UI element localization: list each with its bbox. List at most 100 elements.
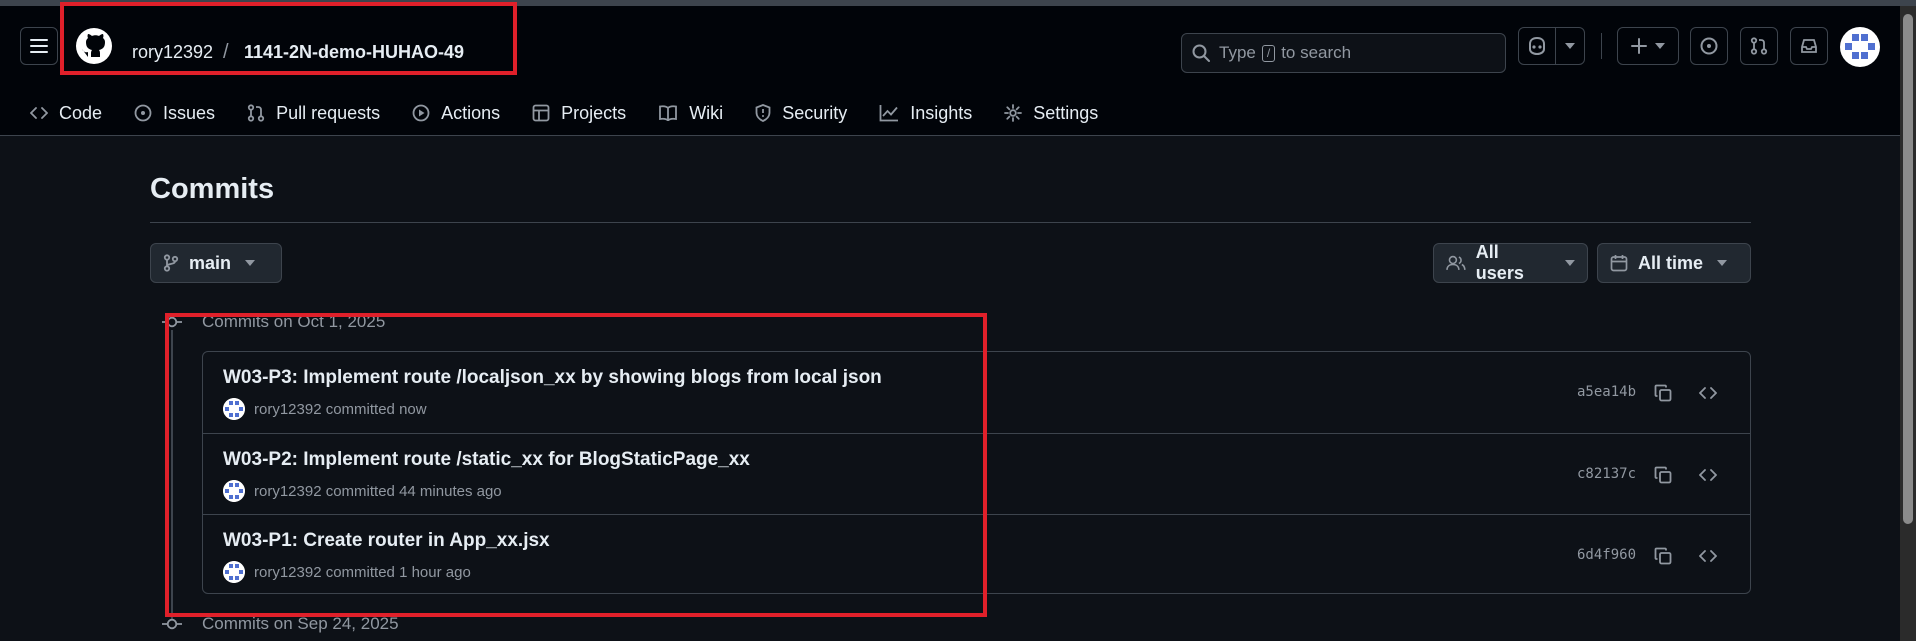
commit-row: W03-P3: Implement route /localjson_xx by… — [203, 352, 1750, 433]
users-filter-label: All users — [1475, 242, 1524, 283]
search-icon — [1192, 44, 1210, 62]
commit-author-link[interactable]: rory12392 — [254, 564, 322, 581]
copy-icon — [1654, 466, 1672, 484]
issues-button[interactable] — [1690, 27, 1728, 65]
repo-header: rory12392 / 1141-2N-demo-HUHAO-49 Type /… — [0, 6, 1900, 136]
inbox-button[interactable] — [1790, 27, 1828, 65]
code-icon — [30, 107, 48, 119]
browse-repo-button[interactable] — [1693, 541, 1723, 571]
tab-actions[interactable]: Actions — [412, 103, 500, 124]
commit-row: W03-P2: Implement route /static_xx for B… — [203, 433, 1750, 514]
commit-meta: rory12392 committed now — [223, 398, 427, 420]
tab-code[interactable]: Code — [30, 103, 102, 124]
commit-group-date: Commits on Sep 24, 2025 — [202, 614, 399, 633]
tab-label: Projects — [561, 102, 627, 123]
code-icon — [1699, 387, 1717, 399]
tab-security[interactable]: Security — [755, 103, 847, 124]
tab-label: Actions — [441, 102, 501, 123]
commit-meta: rory12392 committed 44 minutes ago — [223, 480, 502, 502]
tab-insights[interactable]: Insights — [879, 103, 972, 124]
browse-repo-button[interactable] — [1693, 460, 1723, 490]
search-shortcut-key: / — [1261, 44, 1276, 62]
tab-label: Settings — [1033, 102, 1099, 123]
page-title: Commits — [150, 173, 275, 205]
commit-message-link[interactable]: W03-P3: Implement route /localjson_xx by… — [223, 367, 882, 389]
pull-requests-button[interactable] — [1740, 27, 1778, 65]
user-avatar[interactable] — [1840, 27, 1880, 67]
tab-label: Security — [782, 102, 848, 123]
calendar-icon — [1610, 255, 1628, 272]
repo-nav-tabs: Code Issues Pull requests Actions Projec… — [30, 98, 1130, 128]
tab-label: Code — [59, 102, 103, 123]
author-avatar[interactable] — [223, 398, 245, 420]
people-icon — [1446, 255, 1466, 270]
commit-group-heading: Commits on Sep 24, 2025 — [202, 614, 399, 634]
inbox-icon — [1801, 39, 1817, 53]
triangle-down-icon — [1565, 260, 1575, 266]
commit-author-link[interactable]: rory12392 — [254, 483, 322, 500]
graph-icon — [879, 105, 899, 122]
copy-sha-button[interactable] — [1648, 378, 1678, 408]
branch-selector[interactable]: main — [150, 243, 282, 283]
tab-label: Insights — [910, 102, 973, 123]
tab-wiki[interactable]: Wiki — [658, 103, 723, 124]
search-placeholder-suffix: to search — [1281, 43, 1352, 62]
commit-time: 44 minutes ago — [399, 482, 502, 500]
github-logo-icon[interactable] — [75, 27, 113, 65]
copilot-button[interactable] — [1518, 27, 1556, 65]
search-placeholder-prefix: Type — [1219, 43, 1256, 62]
copilot-dropdown-button[interactable] — [1555, 27, 1585, 65]
tab-label: Pull requests — [276, 102, 381, 123]
book-icon — [659, 105, 678, 121]
commit-time: 1 hour ago — [399, 563, 471, 581]
gear-icon — [1004, 104, 1023, 122]
commit-message-link[interactable]: W03-P2: Implement route /static_xx for B… — [223, 449, 750, 471]
commit-group-date: Commits on Oct 1, 2025 — [202, 312, 386, 331]
shield-icon — [755, 104, 771, 122]
create-new-button[interactable] — [1617, 27, 1679, 65]
vertical-scrollbar[interactable] — [1900, 6, 1916, 641]
scrollbar-thumb[interactable] — [1903, 14, 1913, 524]
tab-settings[interactable]: Settings — [1004, 103, 1098, 124]
tab-pull-requests[interactable]: Pull requests — [247, 103, 380, 124]
copilot-icon — [1529, 36, 1545, 56]
commit-group-heading: Commits on Oct 1, 2025 — [202, 312, 385, 332]
play-icon — [412, 104, 430, 122]
time-filter[interactable]: All time — [1597, 243, 1751, 283]
commit-author-link[interactable]: rory12392 — [254, 401, 322, 418]
author-avatar[interactable] — [223, 480, 245, 502]
search-input[interactable]: Type / to search — [1181, 33, 1506, 73]
copy-sha-button[interactable] — [1648, 460, 1678, 490]
tab-label: Issues — [163, 102, 216, 123]
timeline-line — [171, 330, 173, 620]
commit-action: committed — [325, 563, 395, 581]
commit-sha-link[interactable]: a5ea14b — [1577, 384, 1636, 400]
repo-owner-link[interactable]: rory12392 — [132, 42, 213, 63]
users-filter[interactable]: All users — [1433, 242, 1588, 283]
commit-icon — [162, 316, 182, 328]
plus-icon — [1631, 38, 1647, 54]
repo-name-link[interactable]: 1141-2N-demo-HUHAO-49 — [244, 42, 464, 63]
copy-sha-button[interactable] — [1648, 541, 1678, 571]
commit-sha-link[interactable]: 6d4f960 — [1577, 547, 1636, 563]
title-divider — [150, 222, 1751, 223]
commit-icon — [162, 618, 182, 630]
commit-sha-link[interactable]: c82137c — [1577, 466, 1636, 482]
table-icon — [532, 104, 550, 122]
branch-icon — [163, 254, 179, 272]
tab-projects[interactable]: Projects — [532, 103, 626, 124]
issue-icon — [1700, 37, 1718, 55]
author-avatar[interactable] — [223, 561, 245, 583]
browse-repo-button[interactable] — [1693, 378, 1723, 408]
pull-request-icon — [247, 104, 265, 122]
commit-message-link[interactable]: W03-P1: Create router in App_xx.jsx — [223, 530, 550, 552]
commit-action: committed — [325, 482, 395, 500]
menu-button[interactable] — [20, 27, 58, 65]
tab-issues[interactable]: Issues — [134, 103, 215, 124]
commit-list: W03-P3: Implement route /localjson_xx by… — [202, 351, 1751, 594]
commit-meta: rory12392 committed 1 hour ago — [223, 561, 471, 583]
breadcrumb-separator: / — [223, 41, 229, 63]
copy-icon — [1654, 547, 1672, 565]
branch-name: main — [189, 252, 232, 273]
triangle-down-icon — [1655, 43, 1665, 49]
